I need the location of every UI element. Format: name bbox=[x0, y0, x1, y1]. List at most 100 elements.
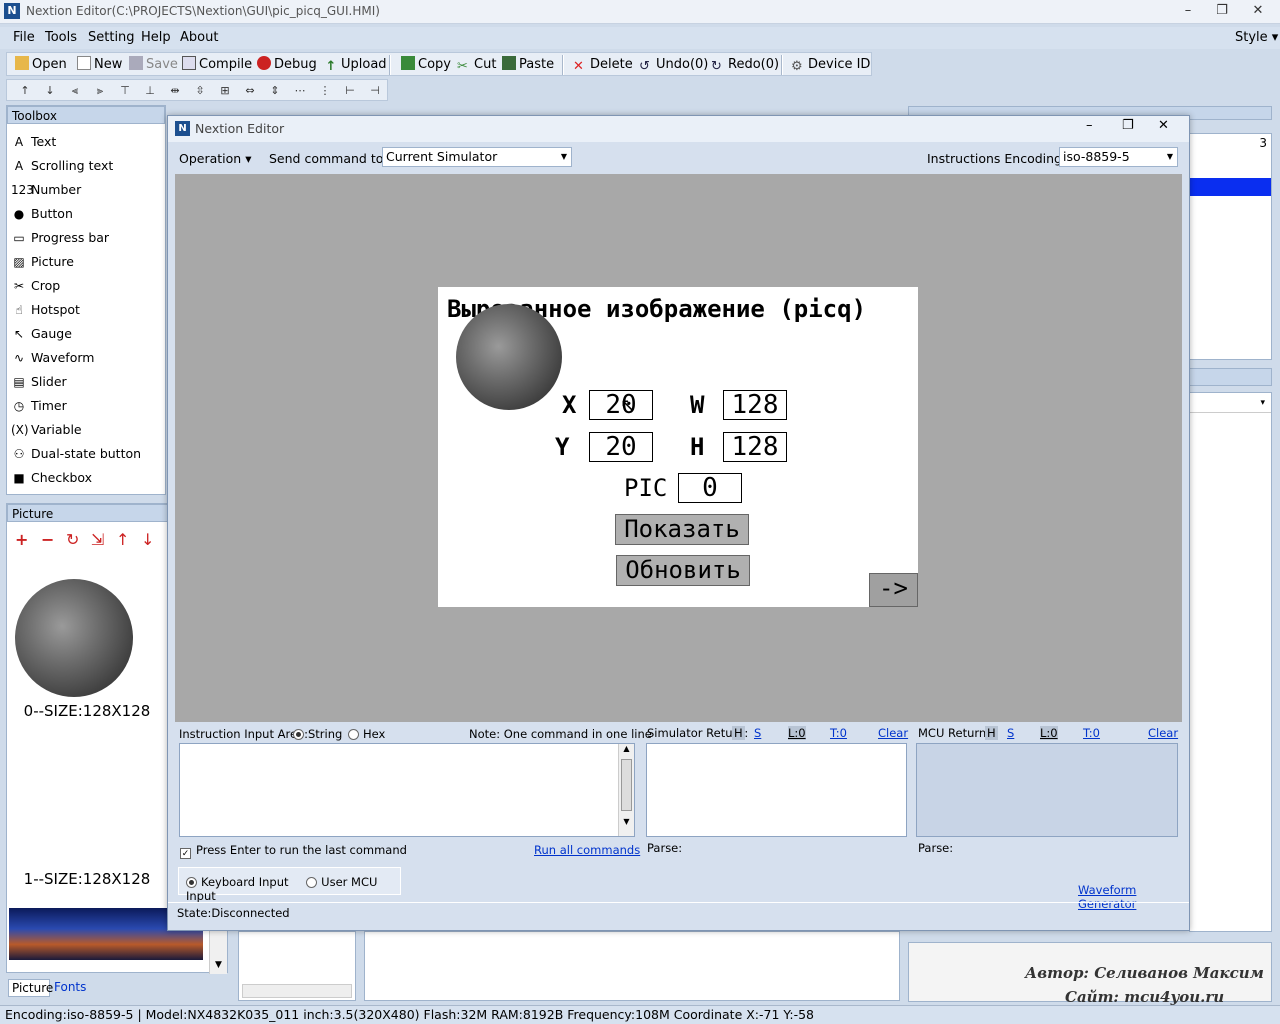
dialog-close-button[interactable]: ✕ bbox=[1158, 118, 1169, 133]
move-picture-down-icon[interactable]: ↓ bbox=[141, 530, 154, 549]
remove-picture-icon[interactable]: − bbox=[41, 530, 54, 549]
scroll-thumb[interactable] bbox=[621, 759, 632, 811]
toolbox-item-slider[interactable]: ▤ Slider bbox=[11, 372, 66, 392]
compile-button[interactable]: Compile bbox=[182, 56, 252, 74]
same-height-icon[interactable]: ⇕ bbox=[267, 83, 283, 99]
toolbox-item-button[interactable]: ● Button bbox=[11, 204, 73, 224]
h-field[interactable]: 128 bbox=[723, 432, 787, 462]
copy-button[interactable]: Copy bbox=[401, 56, 451, 74]
toolbox-item-waveform[interactable]: ∿ Waveform bbox=[11, 348, 94, 368]
instruction-input[interactable]: ▲ ▼ bbox=[179, 743, 635, 837]
dialog-maximize-button[interactable]: ❐ bbox=[1122, 118, 1134, 133]
scroll-down-icon[interactable]: ▼ bbox=[619, 817, 634, 826]
export-picture-icon[interactable]: ⇲ bbox=[91, 530, 104, 549]
same-size-icon[interactable]: ⊞ bbox=[217, 83, 233, 99]
menu-help[interactable]: Help bbox=[141, 30, 171, 45]
spacing-v-icon[interactable]: ⊣ bbox=[367, 83, 383, 99]
menu-about[interactable]: About bbox=[180, 30, 218, 45]
sim-s-toggle[interactable]: S bbox=[754, 726, 761, 740]
mcu-length-toggle[interactable]: L:0 bbox=[1040, 726, 1058, 740]
toolbox-item-dual-state-button[interactable]: ⚇ Dual-state button bbox=[11, 444, 141, 464]
replace-picture-icon[interactable]: ↻ bbox=[66, 530, 79, 549]
toolbox-item-variable[interactable]: (X) Variable bbox=[11, 420, 82, 440]
move-picture-up-icon[interactable]: ↑ bbox=[116, 530, 129, 549]
distribute-v-icon[interactable]: ⋮ bbox=[317, 83, 333, 99]
menu-file[interactable]: File bbox=[13, 30, 35, 45]
toolbox-item-scrolling-text[interactable]: A Scrolling text bbox=[11, 156, 113, 176]
undo-button[interactable]: ↺ Undo(0) bbox=[639, 56, 708, 74]
selected-attribute-row[interactable] bbox=[1190, 178, 1271, 196]
mcu-h-toggle[interactable]: H bbox=[985, 726, 998, 740]
delete-button[interactable]: ✕ Delete bbox=[573, 56, 633, 74]
refresh-button[interactable]: Обновить bbox=[616, 555, 750, 586]
toolbox-item-timer[interactable]: ◷ Timer bbox=[11, 396, 67, 416]
center-vertical-icon[interactable]: ⇳ bbox=[192, 83, 208, 99]
device-id-button[interactable]: ⚙ Device ID bbox=[791, 56, 870, 74]
toolbox-item-checkbox[interactable]: ■ Checkbox bbox=[11, 468, 92, 488]
toolbox-item-hotspot[interactable]: ☝ Hotspot bbox=[11, 300, 80, 320]
align-bottom-icon[interactable]: ⊥ bbox=[142, 83, 158, 99]
run-all-commands-link[interactable]: Run all commands bbox=[534, 843, 640, 857]
move-down-icon[interactable]: ↓ bbox=[42, 83, 58, 99]
horizontal-scrollbar[interactable] bbox=[242, 984, 352, 998]
menu-tools[interactable]: Tools bbox=[45, 30, 77, 45]
hex-radio[interactable]: Hex bbox=[348, 727, 385, 741]
close-button[interactable]: ✕ bbox=[1243, 1, 1273, 21]
paste-button[interactable]: Paste bbox=[502, 56, 554, 74]
toolbox-item-progress-bar[interactable]: ▭ Progress bar bbox=[11, 228, 109, 248]
move-up-icon[interactable]: ↑ bbox=[17, 83, 33, 99]
same-width-icon[interactable]: ⇔ bbox=[242, 83, 258, 99]
tab-picture[interactable]: Picture bbox=[8, 979, 53, 997]
string-radio[interactable]: String bbox=[293, 727, 342, 741]
mcu-s-toggle[interactable]: S bbox=[1007, 726, 1014, 740]
debug-button[interactable]: Debug bbox=[257, 56, 317, 74]
moon-picture-thumbnail[interactable] bbox=[15, 579, 133, 697]
scroll-up-icon[interactable]: ▲ bbox=[619, 744, 634, 753]
tab-fonts[interactable]: Fonts bbox=[52, 979, 86, 997]
menu-style[interactable]: Style ▾ bbox=[1235, 30, 1278, 45]
toolbox-item-crop[interactable]: ✂ Crop bbox=[11, 276, 60, 296]
mcu-time-toggle[interactable]: T:0 bbox=[1083, 726, 1100, 740]
encoding-select[interactable]: iso-8859-5 ▼ bbox=[1059, 147, 1178, 167]
mcu-clear-link[interactable]: Clear bbox=[1148, 726, 1178, 740]
keyboard-input-radio[interactable]: Keyboard Input bbox=[186, 875, 289, 889]
chevron-down-icon: ▼ bbox=[1166, 152, 1173, 161]
toolbox-item-number[interactable]: 123Number bbox=[11, 180, 81, 200]
distribute-h-icon[interactable]: ⋯ bbox=[292, 83, 308, 99]
simulator-return-output[interactable] bbox=[646, 743, 907, 837]
minimize-button[interactable]: – bbox=[1173, 1, 1203, 21]
dialog-minimize-button[interactable]: – bbox=[1086, 118, 1093, 133]
new-button[interactable]: New bbox=[77, 56, 122, 74]
align-left-icon[interactable]: ⫷ bbox=[67, 83, 83, 99]
upload-button[interactable]: ↑ Upload bbox=[324, 56, 387, 74]
maximize-button[interactable]: ❐ bbox=[1207, 1, 1237, 21]
sim-clear-link[interactable]: Clear bbox=[878, 726, 908, 740]
mcu-return-output[interactable] bbox=[916, 743, 1178, 837]
event-dropdown[interactable]: ▾ bbox=[1190, 393, 1271, 413]
sim-time-toggle[interactable]: T:0 bbox=[830, 726, 847, 740]
y-field[interactable]: 20 bbox=[589, 432, 653, 462]
next-page-button[interactable]: -> bbox=[869, 573, 918, 607]
open-button[interactable]: Open bbox=[15, 56, 67, 74]
toolbox-item-text[interactable]: A Text bbox=[11, 132, 56, 152]
add-picture-icon[interactable]: + bbox=[15, 530, 28, 549]
enter-checkbox[interactable]: ✓ Press Enter to run the last command bbox=[180, 843, 407, 859]
toolbox-item-picture[interactable]: ▨ Picture bbox=[11, 252, 74, 272]
w-field[interactable]: 128 bbox=[723, 390, 787, 420]
redo-button[interactable]: ↻ Redo(0) bbox=[711, 56, 779, 74]
spacing-h-icon[interactable]: ⊢ bbox=[342, 83, 358, 99]
send-command-select[interactable]: Current Simulator ▼ bbox=[382, 147, 572, 167]
sim-length-toggle[interactable]: L:0 bbox=[788, 726, 806, 740]
center-horizontal-icon[interactable]: ⇹ bbox=[167, 83, 183, 99]
toolbox-item-gauge[interactable]: ↖ Gauge bbox=[11, 324, 72, 344]
show-button[interactable]: Показать bbox=[615, 514, 749, 545]
instruction-scrollbar[interactable]: ▲ ▼ bbox=[618, 744, 634, 836]
align-right-icon[interactable]: ⫸ bbox=[92, 83, 108, 99]
menu-setting[interactable]: Setting bbox=[88, 30, 135, 45]
cut-button[interactable]: ✂ Cut bbox=[457, 56, 496, 74]
save-button[interactable]: Save bbox=[129, 56, 178, 74]
operation-menu[interactable]: Operation ▾ bbox=[179, 151, 251, 166]
sim-h-toggle[interactable]: H bbox=[732, 726, 745, 740]
align-top-icon[interactable]: ⊤ bbox=[117, 83, 133, 99]
pic-field[interactable]: 0 bbox=[678, 473, 742, 503]
